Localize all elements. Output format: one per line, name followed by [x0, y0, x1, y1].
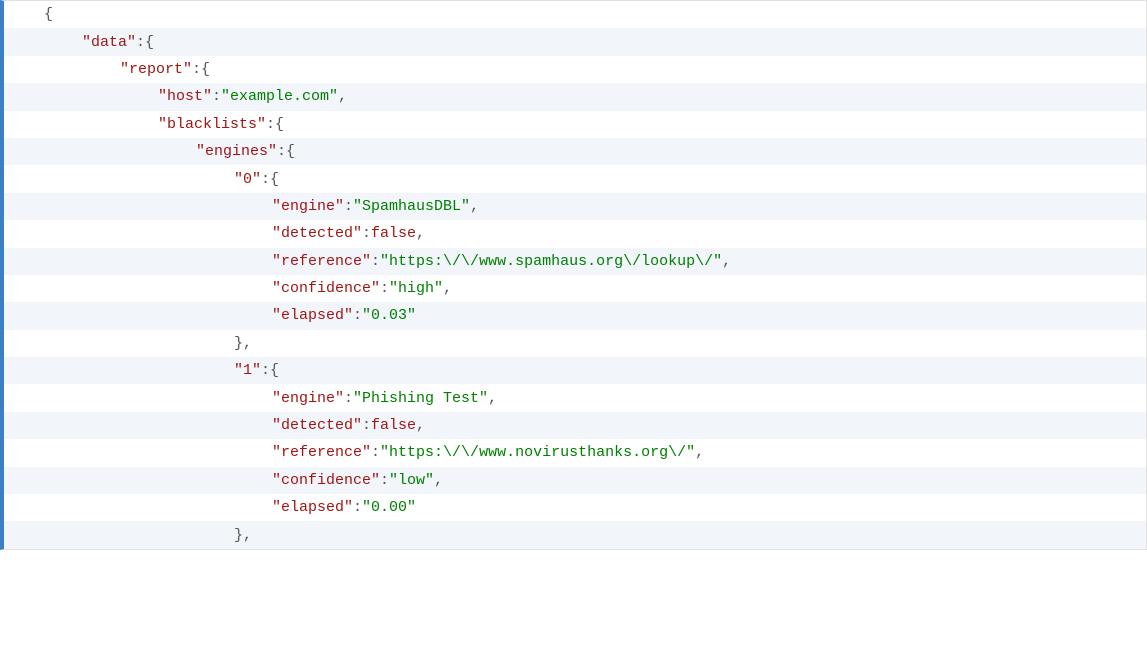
comma: , — [488, 390, 497, 407]
colon-brace: :{ — [136, 34, 154, 51]
comma: , — [722, 253, 731, 270]
code-line: "engine":"SpamhausDBL", — [4, 193, 1146, 220]
code-line: { — [4, 1, 1146, 28]
code-line: "0":{ — [4, 165, 1146, 192]
code-line: }, — [4, 330, 1146, 357]
code-line: "detected":false, — [4, 220, 1146, 247]
code-line: "1":{ — [4, 357, 1146, 384]
json-key: "elapsed" — [272, 307, 353, 324]
json-string: "low" — [389, 472, 434, 489]
json-key: "elapsed" — [272, 499, 353, 516]
json-key: "engine" — [272, 390, 344, 407]
colon: : — [344, 198, 353, 215]
code-line: "blacklists":{ — [4, 111, 1146, 138]
code-line: "confidence":"high", — [4, 275, 1146, 302]
json-key: "1" — [234, 362, 261, 379]
comma: , — [470, 198, 479, 215]
code-line: "reference":"https:\/\/www.spamhaus.org\… — [4, 248, 1146, 275]
json-keyword: false — [371, 225, 416, 242]
json-key: "reference" — [272, 444, 371, 461]
code-line: "reference":"https:\/\/www.novirusthanks… — [4, 439, 1146, 466]
colon-brace: :{ — [261, 171, 279, 188]
colon: : — [353, 307, 362, 324]
json-string: "high" — [389, 280, 443, 297]
code-line: "confidence":"low", — [4, 467, 1146, 494]
json-key: "host" — [158, 88, 212, 105]
json-string: "https:\/\/www.spamhaus.org\/lookup\/" — [380, 253, 722, 270]
json-string: "0.00" — [362, 499, 416, 516]
code-line: "detected":false, — [4, 412, 1146, 439]
json-keyword: false — [371, 417, 416, 434]
json-key: "detected" — [272, 225, 362, 242]
colon: : — [362, 417, 371, 434]
json-key: "engine" — [272, 198, 344, 215]
json-code-block: { "data":{ "report":{ "host":"example.co… — [0, 0, 1147, 550]
code-line: "report":{ — [4, 56, 1146, 83]
json-key: "data" — [82, 34, 136, 51]
code-line: "data":{ — [4, 28, 1146, 55]
json-key: "detected" — [272, 417, 362, 434]
colon: : — [353, 499, 362, 516]
brace-open: { — [44, 6, 53, 23]
comma: , — [338, 88, 347, 105]
json-key: "0" — [234, 171, 261, 188]
json-key: "report" — [120, 61, 192, 78]
code-line: }, — [4, 521, 1146, 548]
brace-close-comma: }, — [234, 335, 252, 352]
colon: : — [380, 280, 389, 297]
json-string: "SpamhausDBL" — [353, 198, 470, 215]
colon: : — [212, 88, 221, 105]
colon-brace: :{ — [277, 143, 295, 160]
code-line: "engine":"Phishing Test", — [4, 384, 1146, 411]
json-key: "confidence" — [272, 472, 380, 489]
json-string: "https:\/\/www.novirusthanks.org\/" — [380, 444, 695, 461]
code-line: "elapsed":"0.00" — [4, 494, 1146, 521]
colon-brace: :{ — [266, 116, 284, 133]
colon: : — [371, 253, 380, 270]
colon: : — [380, 472, 389, 489]
code-line: "host":"example.com", — [4, 83, 1146, 110]
colon: : — [371, 444, 380, 461]
code-line: "engines":{ — [4, 138, 1146, 165]
comma: , — [416, 417, 425, 434]
json-string: "example.com" — [221, 88, 338, 105]
colon: : — [344, 390, 353, 407]
comma: , — [443, 280, 452, 297]
comma: , — [695, 444, 704, 461]
json-key: "blacklists" — [158, 116, 266, 133]
code-line: "elapsed":"0.03" — [4, 302, 1146, 329]
json-key: "reference" — [272, 253, 371, 270]
colon-brace: :{ — [261, 362, 279, 379]
colon-brace: :{ — [192, 61, 210, 78]
json-string: "0.03" — [362, 307, 416, 324]
json-key: "confidence" — [272, 280, 380, 297]
brace-close-comma: }, — [234, 527, 252, 544]
colon: : — [362, 225, 371, 242]
comma: , — [416, 225, 425, 242]
json-string: "Phishing Test" — [353, 390, 488, 407]
comma: , — [434, 472, 443, 489]
json-key: "engines" — [196, 143, 277, 160]
